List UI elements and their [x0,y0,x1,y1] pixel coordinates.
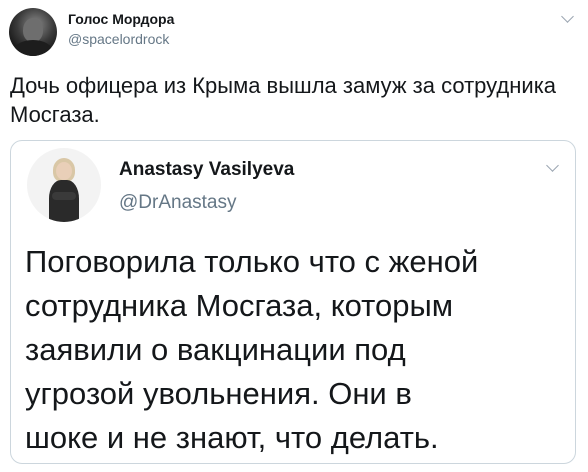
avatar-arm [52,192,76,200]
author-handle[interactable]: @spacelordrock [68,31,169,47]
tweet-text: Дочь офицера из Крыма вышла замуж за сот… [10,73,557,127]
avatar-face [23,18,43,42]
quoted-tweet-text: Поговорила только что с женой сотрудника… [25,244,479,455]
chevron-down-icon[interactable] [561,10,574,23]
chevron-down-icon[interactable] [546,159,559,172]
quoted-tweet-card[interactable]: Anastasy Vasilyeva @DrAnastasy Поговорил… [10,140,576,464]
quoted-author-name[interactable]: Anastasy Vasilyeva [119,159,294,181]
author-avatar[interactable] [9,8,57,56]
avatar-suit [49,180,79,222]
quoted-author-avatar[interactable] [27,148,101,222]
quoted-author-handle[interactable]: @DrAnastasy [119,192,237,214]
author-name[interactable]: Голос Мордора [68,11,174,27]
avatar-face [56,162,72,180]
avatar-body [13,40,53,56]
